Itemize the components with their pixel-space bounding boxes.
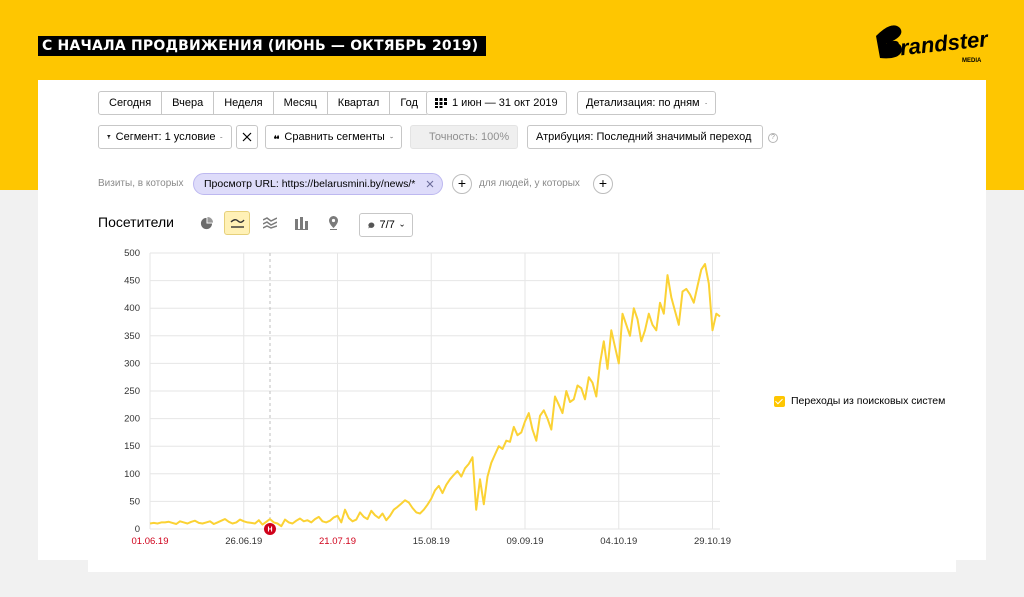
y-tick-label: 450: [124, 276, 140, 287]
chart-legend[interactable]: Переходы из поисковых систем: [774, 395, 945, 407]
chart-y-ticks: 0 50 100 150 200 250 300 350 400 450 500: [124, 248, 140, 535]
x-tick-label: 29.10.19: [694, 536, 731, 547]
y-tick-label: 300: [124, 358, 140, 369]
annotation-marker-label: Н: [267, 527, 272, 534]
legend-checkbox[interactable]: [774, 395, 785, 407]
x-tick-label: 04.10.19: [600, 536, 637, 547]
chart-x-ticks: 01.06.19 26.06.19 21.07.19 15.08.19 09.09.19…: [132, 536, 731, 547]
y-tick-label: 100: [124, 469, 140, 480]
x-tick-label: 09.09.19: [507, 536, 544, 547]
y-tick-label: 400: [124, 303, 140, 314]
y-tick-label: 50: [129, 496, 140, 507]
x-tick-label: 26.06.19: [225, 536, 262, 547]
x-tick-label: 21.07.19: [319, 536, 356, 547]
series-line-search: [149, 263, 721, 528]
y-tick-label: 150: [124, 441, 140, 452]
y-tick-label: 350: [124, 331, 140, 342]
y-tick-label: 500: [124, 248, 140, 259]
x-tick-label: 15.08.19: [413, 536, 450, 547]
annotation-marker[interactable]: Н: [264, 523, 276, 535]
visitors-line-chart: 0 50 100 150 200 250 300 350 400 450 500 01.06.19 2…: [124, 248, 731, 547]
legend-label: Переходы из поисковых систем: [791, 395, 946, 407]
chart-grid: [149, 252, 720, 530]
y-tick-label: 0: [135, 524, 140, 535]
y-tick-label: 250: [124, 386, 140, 397]
y-tick-label: 200: [124, 414, 140, 425]
x-tick-label: 01.06.19: [132, 536, 169, 547]
